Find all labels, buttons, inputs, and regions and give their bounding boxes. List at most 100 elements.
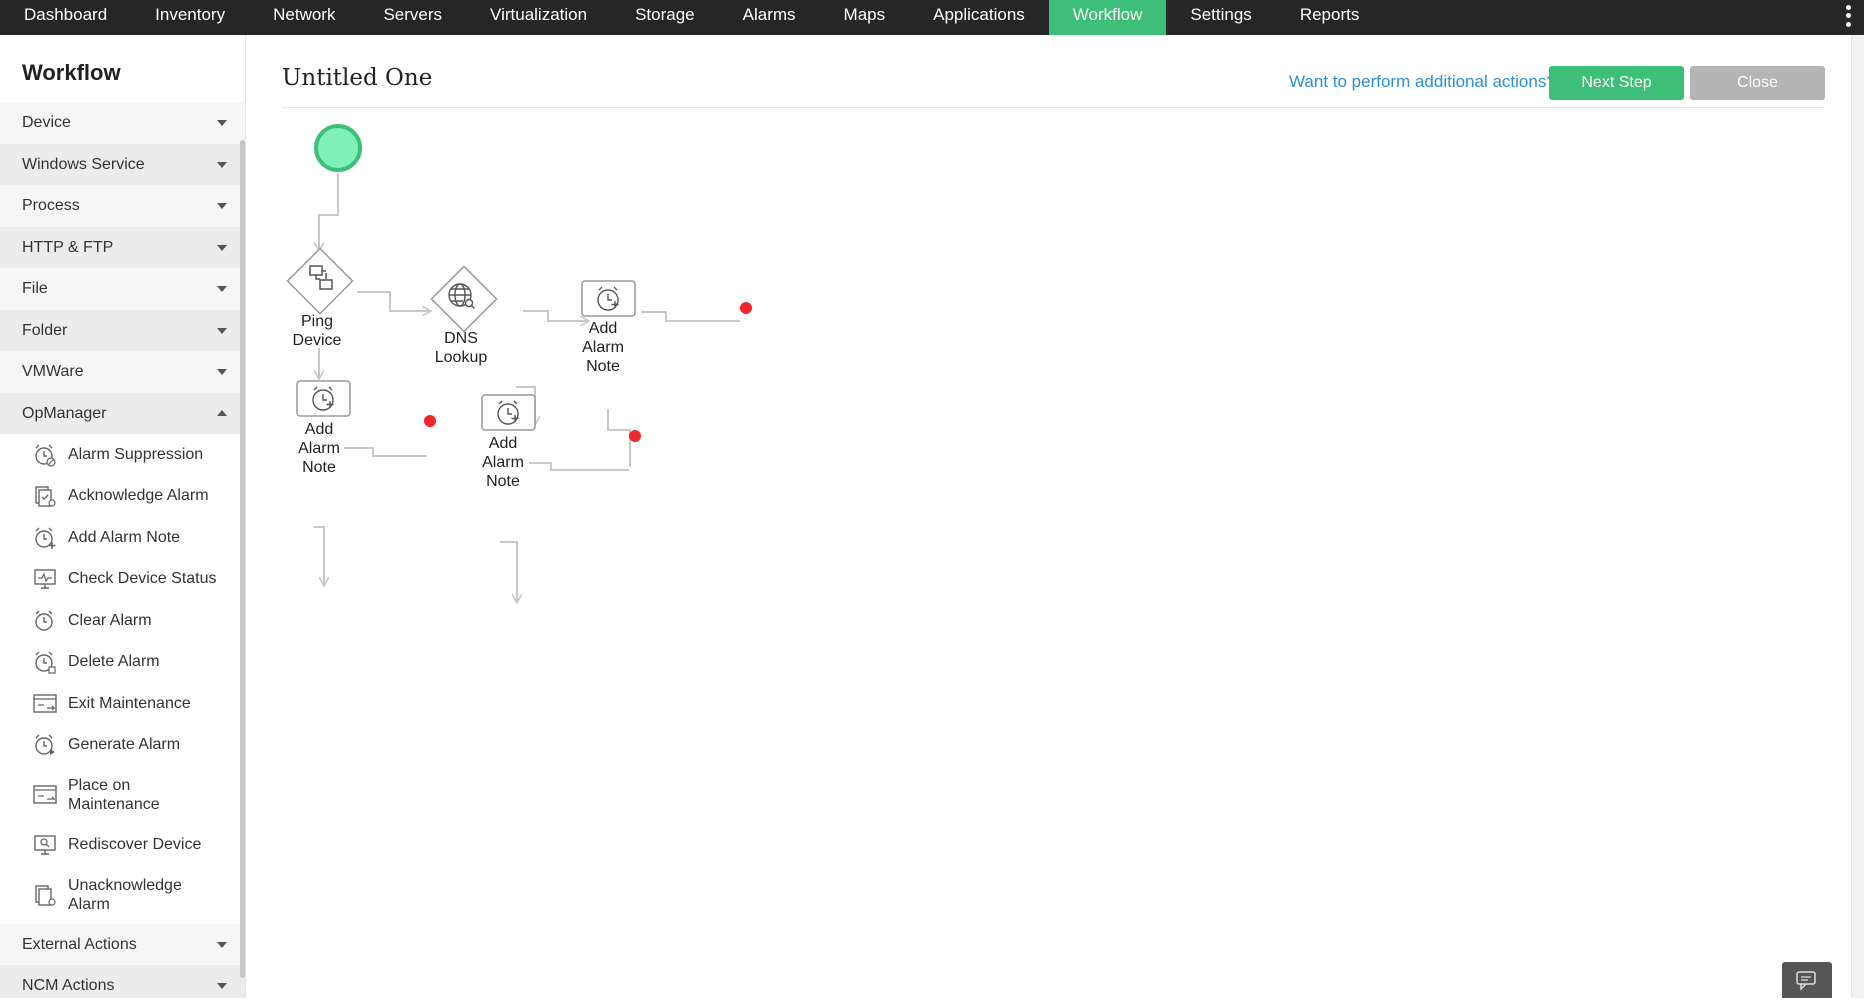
next-step-button[interactable]: Next Step: [1549, 66, 1684, 100]
workflow-sidebar: Workflow Device Windows Service Process …: [0, 35, 246, 998]
add-alarm-note-node-top[interactable]: [581, 280, 636, 317]
sidebar-item-label: Check Device Status: [68, 570, 217, 588]
sidebar-item-exit-maintenance[interactable]: Exit Maintenance: [0, 683, 245, 725]
additional-actions-link[interactable]: Want to perform additional actions?: [1289, 72, 1556, 92]
sidebar-item-place-on-maintenance[interactable]: Place on Maintenance: [0, 766, 245, 824]
connector-note-top-to-end: [641, 311, 740, 322]
sidebar-category-ncm-actions[interactable]: NCM Actions: [0, 965, 245, 998]
connector-ping-to-dns: [357, 291, 430, 311]
sidebar-item-rediscover-device[interactable]: Rediscover Device: [0, 824, 245, 866]
sidebar-category-windows-service[interactable]: Windows Service: [0, 143, 245, 185]
sidebar-category-folder[interactable]: Folder: [0, 309, 245, 351]
acknowledge-alarm-icon: [35, 486, 56, 507]
close-button[interactable]: Close: [1690, 66, 1825, 100]
end-node[interactable]: [629, 430, 641, 442]
nav-inventory[interactable]: Inventory: [131, 0, 249, 35]
sidebar-item-acknowledge-alarm[interactable]: Acknowledge Alarm: [0, 476, 245, 518]
category-label: Device: [22, 114, 71, 131]
add-alarm-note-label: Add Alarm Note: [298, 421, 340, 476]
sidebar-item-delete-alarm[interactable]: Delete Alarm: [0, 642, 245, 684]
category-label: NCM Actions: [22, 977, 115, 994]
category-label: OpManager: [22, 404, 107, 422]
sidebar-item-generate-alarm[interactable]: Generate Alarm: [0, 725, 245, 767]
connector-note-left-out: [314, 526, 324, 585]
more-options-icon[interactable]: [1844, 3, 1852, 29]
caret-up-icon: [217, 409, 227, 416]
sidebar-item-label: Unacknowledge Alarm: [68, 876, 182, 913]
sidebar-item-alarm-suppression[interactable]: Alarm Suppression: [0, 434, 245, 476]
category-label: Windows Service: [22, 155, 145, 173]
add-alarm-note-icon: [35, 527, 56, 549]
category-label: File: [22, 280, 48, 297]
caret-down-icon: [217, 941, 227, 948]
sidebar-category-opmanager[interactable]: OpManager: [0, 392, 245, 434]
start-node[interactable]: [314, 124, 362, 172]
sidebar-item-label: Alarm Suppression: [68, 445, 204, 463]
end-node[interactable]: [740, 302, 752, 314]
sidebar-item-label: Clear Alarm: [68, 611, 152, 629]
page-scrollbar[interactable]: [1851, 35, 1864, 998]
category-label: HTTP & FTP: [22, 238, 114, 256]
sidebar-item-label: Delete Alarm: [68, 653, 160, 671]
exit-maintenance-icon: [33, 694, 57, 713]
connector-start-to-ping: [319, 173, 339, 250]
generate-alarm-icon: [35, 734, 55, 756]
nav-alarms[interactable]: Alarms: [719, 0, 820, 35]
category-label: Process: [22, 197, 80, 214]
sidebar-item-add-alarm-note[interactable]: Add Alarm Note: [0, 517, 245, 559]
end-node[interactable]: [424, 415, 436, 427]
sidebar-scrollbar[interactable]: [240, 140, 245, 978]
add-alarm-note-node-mid[interactable]: [481, 394, 536, 431]
nav-reports[interactable]: Reports: [1276, 0, 1384, 35]
nav-settings[interactable]: Settings: [1166, 0, 1275, 35]
sidebar-category-external-actions[interactable]: External Actions: [0, 923, 245, 965]
sidebar-item-label: Acknowledge Alarm: [68, 487, 209, 505]
rediscover-device-icon: [34, 835, 56, 855]
sidebar-item-unacknowledge-alarm[interactable]: Unacknowledge Alarm: [0, 866, 245, 924]
nav-applications[interactable]: Applications: [909, 0, 1049, 35]
caret-down-icon: [217, 369, 227, 375]
caret-down-icon: [217, 244, 227, 251]
sidebar-item-label: Place on Maintenance: [68, 777, 160, 813]
add-alarm-note-node-left[interactable]: [296, 380, 351, 417]
nav-workflow[interactable]: Workflow: [1048, 0, 1167, 35]
caret-down-icon: [217, 161, 227, 168]
dns-lookup-label: DNS Lookup: [434, 330, 488, 366]
add-alarm-note-label: Add Alarm Note: [582, 320, 624, 375]
sidebar-category-process[interactable]: Process: [0, 185, 245, 227]
place-on-maintenance-icon: [33, 785, 57, 804]
caret-down-icon: [217, 327, 227, 334]
sidebar-category-http-ftp[interactable]: HTTP & FTP: [0, 226, 245, 268]
connector-note-left-to-end: [344, 447, 427, 457]
ping-device-node[interactable]: [286, 247, 354, 315]
category-label: External Actions: [22, 935, 137, 953]
connector-note-top-to-end-2: [607, 409, 631, 467]
nav-virtualization[interactable]: Virtualization: [466, 0, 611, 35]
nav-maps[interactable]: Maps: [820, 0, 910, 35]
workflow-connectors: [314, 173, 740, 602]
sidebar-item-label: Generate Alarm: [68, 736, 181, 754]
sidebar-category-file[interactable]: File: [0, 268, 245, 310]
nav-dashboard[interactable]: Dashboard: [0, 0, 131, 35]
sidebar-title: Workflow: [22, 60, 121, 85]
sidebar-item-check-device-status[interactable]: Check Device Status: [0, 559, 245, 601]
dns-lookup-node[interactable]: [430, 265, 498, 333]
nav-network[interactable]: Network: [249, 0, 359, 35]
alarm-suppression-icon: [35, 444, 56, 467]
sidebar-item-label: Rediscover Device: [68, 835, 202, 853]
unacknowledge-alarm-icon: [35, 884, 56, 906]
nav-servers[interactable]: Servers: [359, 0, 466, 35]
workflow-canvas[interactable]: [247, 35, 1247, 735]
add-alarm-note-label: Add Alarm Note: [482, 435, 524, 490]
chat-icon: [1796, 971, 1816, 991]
top-nav: Dashboard Inventory Network Servers Virt…: [0, 0, 1864, 35]
sidebar-item-clear-alarm[interactable]: Clear Alarm: [0, 600, 245, 642]
nav-storage[interactable]: Storage: [611, 0, 719, 35]
category-label: VMWare: [22, 363, 84, 380]
check-device-status-icon: [34, 569, 56, 589]
sidebar-category-device[interactable]: Device: [0, 102, 245, 144]
caret-down-icon: [217, 286, 227, 292]
chat-button[interactable]: [1782, 962, 1832, 998]
sidebar-category-vmware[interactable]: VMWare: [0, 351, 245, 393]
ping-device-label: Ping Device: [292, 313, 342, 349]
